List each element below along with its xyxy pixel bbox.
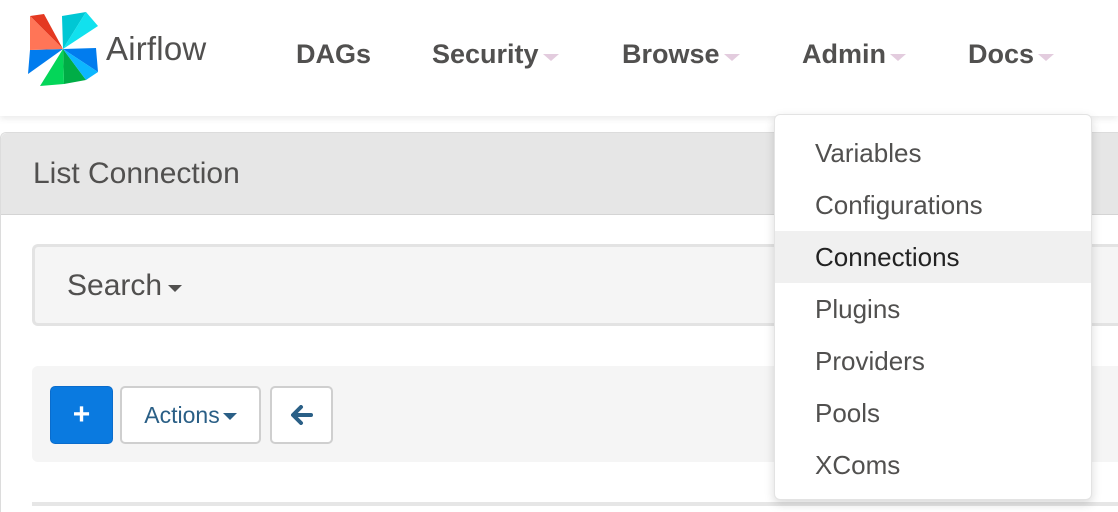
airflow-logo-icon bbox=[28, 12, 98, 86]
brand-name: Airflow bbox=[106, 30, 207, 67]
menu-item-providers[interactable]: Providers bbox=[775, 335, 1091, 387]
nav-item-label: Docs bbox=[968, 38, 1035, 69]
nav-item-label: Security bbox=[432, 38, 539, 69]
menu-item-label: XComs bbox=[815, 449, 901, 480]
caret-down-icon bbox=[890, 53, 906, 61]
menu-item-label: Pools bbox=[815, 397, 881, 428]
menu-item-label: Plugins bbox=[815, 293, 901, 324]
caret-down-icon bbox=[542, 53, 559, 61]
menu-item-configurations[interactable]: Configurations bbox=[775, 179, 1091, 231]
caret-down-icon bbox=[222, 413, 237, 420]
admin-dropdown-menu: Variables Configurations Connections Plu… bbox=[774, 114, 1092, 500]
menu-item-xcoms[interactable]: XComs bbox=[775, 439, 1091, 491]
menu-item-label: Configurations bbox=[815, 189, 983, 220]
caret-down-icon bbox=[723, 53, 740, 61]
nav-item-docs[interactable]: Docs bbox=[968, 34, 1055, 74]
page-title: List Connection bbox=[33, 157, 240, 190]
table-top-border bbox=[32, 502, 1118, 506]
menu-item-variables[interactable]: Variables bbox=[775, 127, 1091, 179]
brand-link[interactable]: Airflow bbox=[26, 12, 206, 86]
add-record-button[interactable]: + bbox=[50, 386, 113, 444]
nav-item-browse[interactable]: Browse bbox=[622, 34, 740, 74]
nav-item-label: DAGs bbox=[296, 38, 372, 69]
search-label: Search bbox=[67, 269, 163, 302]
back-button[interactable] bbox=[270, 386, 333, 444]
search-toggle[interactable]: Search bbox=[67, 269, 183, 303]
nav-item-label: Admin bbox=[802, 38, 886, 69]
menu-item-connections[interactable]: Connections bbox=[775, 231, 1091, 283]
plus-icon: + bbox=[72, 398, 91, 431]
caret-down-icon bbox=[168, 284, 183, 292]
nav-item-dags[interactable]: DAGs bbox=[296, 34, 371, 74]
arrow-left-icon bbox=[290, 405, 313, 425]
actions-label: Actions bbox=[144, 401, 220, 428]
nav-item-label: Browse bbox=[622, 38, 720, 69]
menu-item-label: Connections bbox=[815, 241, 960, 272]
menu-item-label: Variables bbox=[815, 137, 922, 168]
menu-item-plugins[interactable]: Plugins bbox=[775, 283, 1091, 335]
menu-item-label: Providers bbox=[815, 345, 925, 376]
nav-item-security[interactable]: Security bbox=[432, 34, 559, 74]
caret-down-icon bbox=[1038, 53, 1055, 61]
navbar: Airflow DAGs Security Browse Admin Docs bbox=[0, 0, 1118, 116]
menu-item-pools[interactable]: Pools bbox=[775, 387, 1091, 439]
actions-dropdown-button[interactable]: Actions bbox=[120, 386, 261, 444]
nav-item-admin[interactable]: Admin bbox=[802, 34, 906, 74]
